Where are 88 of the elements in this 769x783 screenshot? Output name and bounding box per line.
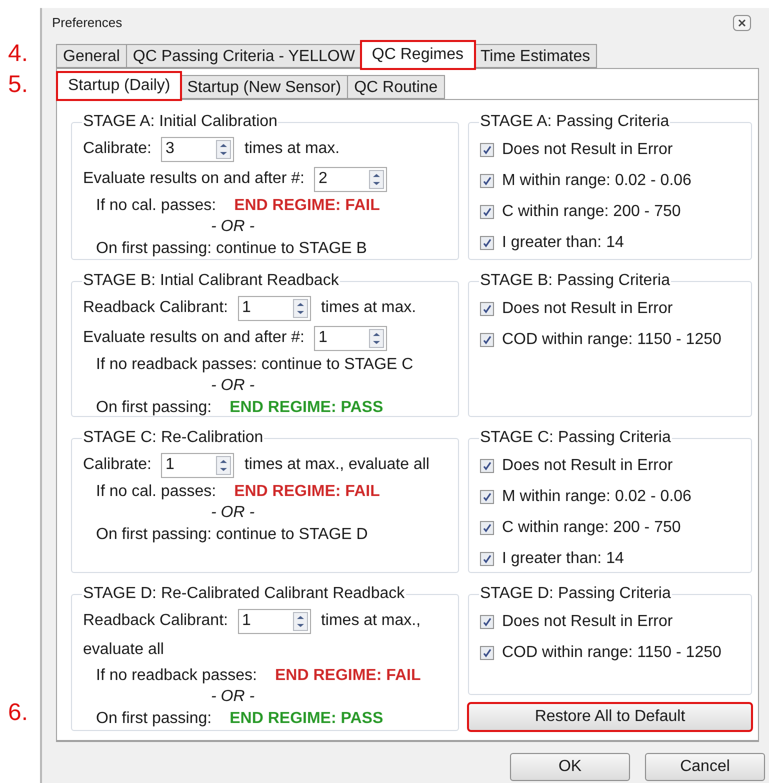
group-title: STAGE A: Passing Criteria (479, 112, 670, 132)
dialog-button[interactable]: OK (510, 753, 630, 781)
checkbox[interactable] (480, 332, 494, 346)
callout-number: 6. (8, 701, 28, 725)
field-label: times at max., evaluate all (244, 455, 430, 475)
group-title: STAGE D: Re-Calibrated Calibrant Readback (82, 584, 406, 604)
spin-arrows-icon[interactable] (292, 612, 308, 630)
field-label: Readback Calibrant: (83, 298, 228, 318)
outcome-label: If no readback passes: (96, 666, 257, 686)
spin-arrows-icon[interactable] (216, 456, 232, 474)
checkbox[interactable] (480, 552, 494, 566)
checkbox[interactable] (480, 174, 494, 188)
restore-defaults-button[interactable]: Restore All to Default (468, 703, 752, 731)
checkbox[interactable] (480, 520, 494, 534)
window-title: Preferences (52, 14, 122, 32)
field-label: times at max., (320, 611, 421, 631)
checkbox-label: Does not Result in Error (502, 140, 673, 160)
outcome-label: On first passing: continue to STAGE D (96, 524, 368, 544)
outcome-label: If no cal. passes: (96, 196, 216, 216)
callout-number: 4. (8, 42, 28, 66)
checkbox-label: I greater than: 14 (502, 548, 624, 568)
checkbox-label: I greater than: 14 (502, 232, 624, 252)
checkbox-label: COD within range: 1150 - 1250 (502, 330, 722, 350)
outcome-result: END REGIME: PASS (230, 708, 384, 728)
checkbox-label: Does not Result in Error (502, 612, 673, 632)
tab[interactable]: QC Regimes (360, 41, 474, 69)
group-title: STAGE B: Passing Criteria (479, 271, 671, 291)
tab[interactable]: Time Estimates (474, 44, 598, 68)
outcome-label: If no readback passes: continue to STAGE C (96, 354, 414, 374)
tab[interactable]: QC Passing Criteria - YELLOW (126, 44, 362, 68)
separator-text: - OR - (211, 217, 255, 237)
checkbox-label: C within range: 200 - 750 (502, 202, 681, 222)
outcome-result: END REGIME: PASS (230, 398, 384, 418)
field-label: Calibrate: (83, 139, 152, 159)
group-title: STAGE C: Re-Calibration (82, 428, 264, 448)
close-button[interactable] (733, 15, 751, 31)
checkbox[interactable] (480, 490, 494, 504)
separator-text: - OR - (211, 687, 255, 707)
spin-box[interactable]: 2 (314, 166, 388, 192)
outcome-result: END REGIME: FAIL (234, 196, 380, 216)
callout-number: 5. (8, 73, 28, 97)
spin-box[interactable]: 1 (238, 296, 311, 320)
spin-arrows-icon[interactable] (216, 140, 232, 158)
checkbox[interactable] (480, 646, 494, 660)
spin-box[interactable]: 1 (238, 608, 311, 634)
group-title: STAGE A: Initial Calibration (82, 112, 278, 132)
checkbox[interactable] (480, 236, 494, 250)
field-label: times at max. (244, 139, 340, 159)
checkbox-label: COD within range: 1150 - 1250 (502, 642, 722, 662)
spin-box[interactable]: 1 (314, 326, 388, 350)
checkbox-label: Does not Result in Error (502, 456, 673, 476)
checkbox-label: C within range: 200 - 750 (502, 518, 681, 538)
outcome-label: On first passing: (96, 708, 212, 728)
subtab[interactable]: QC Routine (347, 75, 445, 99)
subtab[interactable]: Startup (New Sensor) (180, 75, 348, 99)
outcome-label: On first passing: (96, 398, 212, 418)
checkbox-label: M within range: 0.02 - 0.06 (502, 486, 692, 506)
field-label: times at max. (320, 298, 416, 318)
spin-arrows-icon[interactable] (369, 170, 384, 188)
field-label: Calibrate: (83, 455, 152, 475)
spin-arrows-icon[interactable] (292, 298, 308, 318)
checkbox[interactable] (480, 142, 494, 156)
checkbox[interactable] (480, 204, 494, 218)
close-icon (738, 19, 746, 27)
field-label: Evaluate results on and after #: (83, 169, 304, 189)
spin-box[interactable]: 1 (161, 452, 234, 478)
checkbox-label: Does not Result in Error (502, 298, 673, 318)
dialog-button[interactable]: Cancel (645, 753, 765, 781)
checkbox[interactable] (480, 614, 494, 628)
checkbox-label: M within range: 0.02 - 0.06 (502, 170, 692, 190)
separator-text: - OR - (211, 376, 255, 396)
spin-arrows-icon[interactable] (369, 328, 384, 348)
field-label: Readback Calibrant: (83, 611, 228, 631)
field-label: evaluate all (83, 640, 164, 660)
group-title: STAGE C: Passing Criteria (479, 428, 672, 448)
subtab[interactable]: Startup (Daily) (57, 72, 182, 100)
outcome-label: On first passing: continue to STAGE B (96, 238, 367, 258)
spin-box[interactable]: 3 (161, 136, 234, 162)
group-title: STAGE D: Passing Criteria (479, 584, 672, 604)
tab[interactable]: General (56, 44, 127, 68)
checkbox[interactable] (480, 458, 494, 472)
outcome-result: END REGIME: FAIL (274, 666, 421, 686)
checkbox[interactable] (480, 302, 494, 316)
outcome-label: If no cal. passes: (96, 482, 216, 502)
outcome-result: END REGIME: FAIL (234, 482, 380, 502)
field-label: Evaluate results on and after #: (83, 328, 304, 348)
group-title: STAGE B: Intial Calibrant Readback (82, 271, 340, 291)
separator-text: - OR - (211, 503, 255, 523)
